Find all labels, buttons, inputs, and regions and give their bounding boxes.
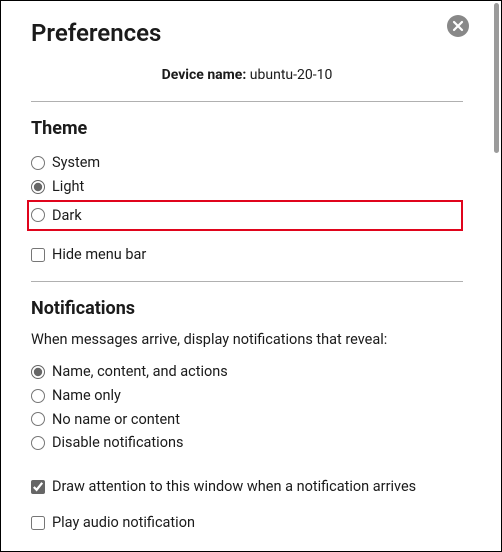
theme-label-dark: Dark bbox=[52, 205, 82, 227]
theme-radio-system[interactable] bbox=[31, 156, 45, 170]
play-audio-checkbox[interactable] bbox=[31, 516, 45, 530]
device-name-label: Device name: bbox=[162, 67, 247, 83]
hide-menu-option[interactable]: Hide menu bar bbox=[31, 243, 463, 267]
theme-option-light[interactable]: Light bbox=[31, 175, 463, 199]
theme-option-system[interactable]: System bbox=[31, 151, 463, 175]
scrollbar-thumb[interactable] bbox=[494, 3, 499, 153]
draw-attention-label: Draw attention to this window when a not… bbox=[52, 476, 416, 498]
close-button[interactable] bbox=[447, 15, 469, 37]
theme-radio-dark[interactable] bbox=[31, 208, 45, 222]
notifications-subhead: When messages arrive, display notificati… bbox=[31, 331, 463, 348]
theme-label-system: System bbox=[52, 152, 100, 174]
notif-label-name-only: Name only bbox=[52, 385, 121, 407]
notif-option-none[interactable]: No name or content bbox=[31, 408, 463, 432]
page-title: Preferences bbox=[31, 19, 463, 47]
divider bbox=[31, 101, 463, 102]
play-audio-label: Play audio notification bbox=[52, 512, 195, 534]
notif-label-none: No name or content bbox=[52, 409, 180, 431]
draw-attention-option[interactable]: Draw attention to this window when a not… bbox=[31, 475, 463, 499]
play-audio-option[interactable]: Play audio notification bbox=[31, 511, 463, 535]
highlight-box: Dark bbox=[27, 200, 463, 232]
preferences-panel: Preferences Device name: ubuntu-20-10 Th… bbox=[1, 1, 493, 551]
divider bbox=[31, 281, 463, 282]
notif-radio-disable[interactable] bbox=[31, 436, 45, 450]
hide-menu-label: Hide menu bar bbox=[52, 244, 146, 266]
notif-option-full[interactable]: Name, content, and actions bbox=[31, 360, 463, 384]
notif-label-disable: Disable notifications bbox=[52, 432, 183, 454]
device-name-value: ubuntu-20-10 bbox=[250, 67, 333, 83]
notif-label-full: Name, content, and actions bbox=[52, 361, 228, 383]
theme-label-light: Light bbox=[52, 176, 84, 198]
theme-radio-light[interactable] bbox=[31, 180, 45, 194]
draw-attention-checkbox[interactable] bbox=[31, 480, 45, 494]
notif-radio-name-only[interactable] bbox=[31, 389, 45, 403]
notif-radio-full[interactable] bbox=[31, 365, 45, 379]
notifications-section-title: Notifications bbox=[31, 298, 463, 319]
theme-option-dark[interactable]: Dark bbox=[31, 204, 441, 228]
notif-radio-none[interactable] bbox=[31, 412, 45, 426]
theme-options: System Light Dark Hide menu bar bbox=[31, 151, 463, 267]
hide-menu-checkbox[interactable] bbox=[31, 248, 45, 262]
device-name-row: Device name: ubuntu-20-10 bbox=[31, 67, 463, 83]
notif-option-disable[interactable]: Disable notifications bbox=[31, 431, 463, 455]
notif-option-name-only[interactable]: Name only bbox=[31, 384, 463, 408]
theme-section-title: Theme bbox=[31, 118, 463, 139]
notification-reveal-options: Name, content, and actions Name only No … bbox=[31, 360, 463, 455]
close-icon bbox=[452, 20, 464, 32]
